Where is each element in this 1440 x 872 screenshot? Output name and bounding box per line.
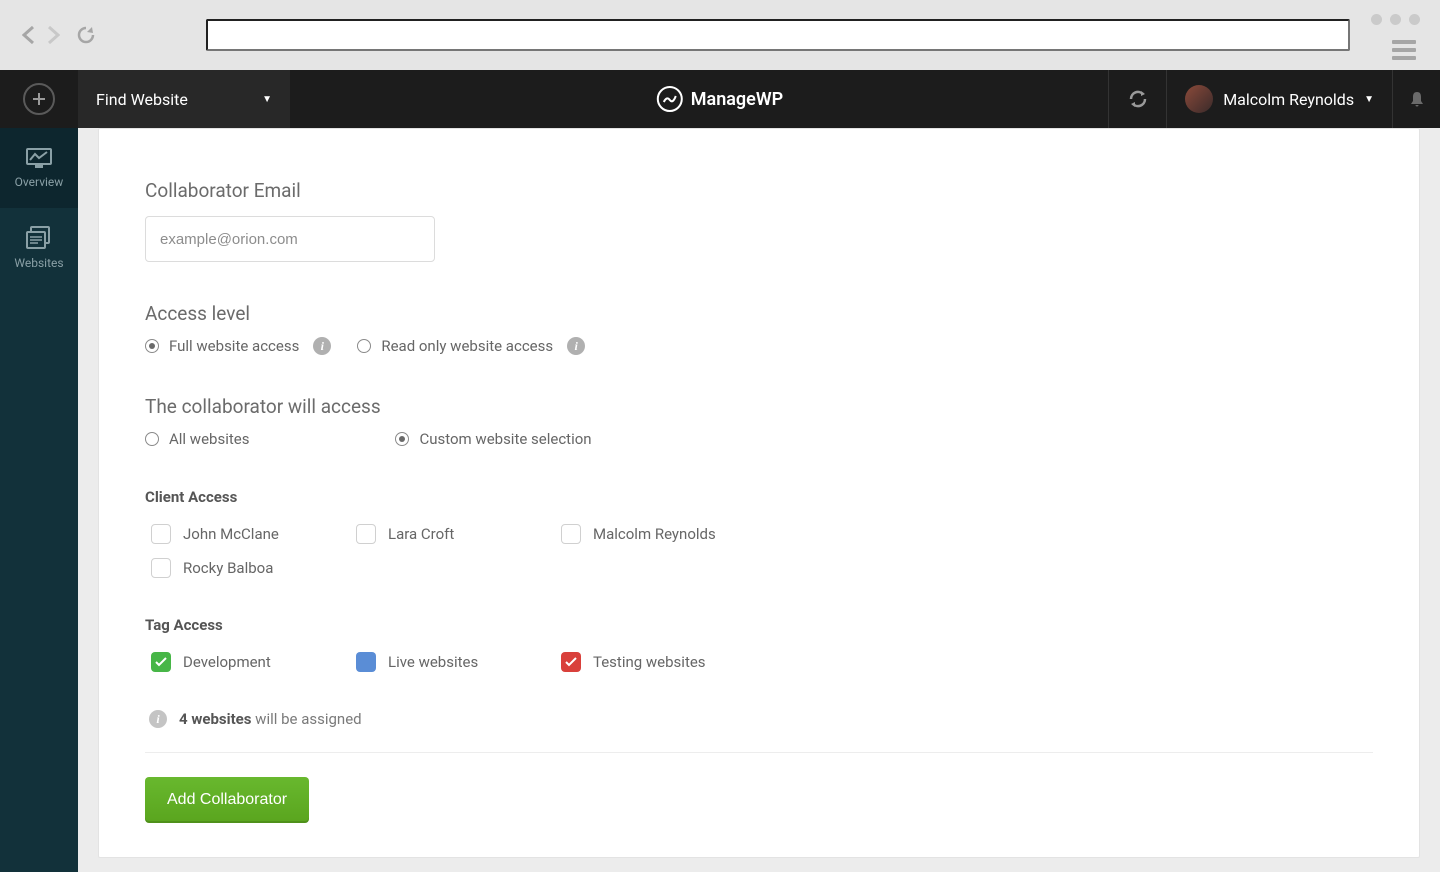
radio-icon: [357, 339, 371, 353]
client-access-heading: Client Access: [145, 488, 1373, 506]
checkbox-label: Live websites: [388, 653, 478, 671]
access-level-label: Access level: [145, 302, 1373, 325]
app-body: Overview Websites Collaborator Email Acc…: [0, 128, 1440, 872]
back-button[interactable]: [20, 26, 38, 44]
radio-label: Custom website selection: [419, 430, 591, 448]
checkbox-label: Development: [183, 653, 271, 671]
logo-icon: [657, 86, 683, 112]
window-dot[interactable]: [1409, 14, 1420, 25]
brand-name: ManageWP: [691, 89, 783, 110]
access-level-options: Full website access i Read only website …: [145, 337, 1373, 355]
checkbox-label: Malcolm Reynolds: [593, 525, 716, 543]
radio-icon: [145, 432, 159, 446]
websites-icon: [26, 226, 52, 250]
window-dot[interactable]: [1371, 14, 1382, 25]
content: Collaborator Email Access level Full web…: [78, 128, 1440, 872]
assigned-summary: i 4 websites will be assigned: [145, 710, 1373, 728]
client-checkbox[interactable]: John McClane: [151, 524, 356, 544]
window-dot[interactable]: [1390, 14, 1401, 25]
checkbox-icon: [356, 524, 376, 544]
checkbox-label: Testing websites: [593, 653, 706, 671]
tag-checkbox-testing[interactable]: Testing websites: [561, 652, 766, 672]
radio-read-only-access[interactable]: Read only website access i: [357, 337, 585, 355]
sidebar-label: Overview: [15, 175, 64, 189]
scope-label: The collaborator will access: [145, 395, 1373, 418]
notifications-button[interactable]: [1392, 70, 1440, 128]
sidebar-label: Websites: [14, 256, 63, 270]
sidebar: Overview Websites: [0, 128, 78, 872]
nav-buttons: [20, 25, 96, 45]
radio-icon: [145, 339, 159, 353]
radio-label: Read only website access: [381, 337, 553, 355]
find-website-dropdown[interactable]: Find Website ▼: [78, 70, 290, 128]
client-access-list: John McClane Lara Croft Malcolm Reynolds…: [151, 524, 1373, 578]
assigned-text: 4 websites will be assigned: [179, 710, 362, 728]
tag-checkbox-live[interactable]: Live websites: [356, 652, 561, 672]
add-website-button[interactable]: [0, 70, 78, 128]
checkbox-icon: [561, 652, 581, 672]
radio-full-access[interactable]: Full website access i: [145, 337, 331, 355]
radio-label: Full website access: [169, 337, 299, 355]
radio-all-websites[interactable]: All websites: [145, 430, 249, 448]
checkbox-icon: [151, 524, 171, 544]
divider: [145, 752, 1373, 753]
find-website-label: Find Website: [96, 90, 188, 109]
avatar: [1185, 85, 1213, 113]
checkbox-label: John McClane: [183, 525, 279, 543]
radio-custom-selection[interactable]: Custom website selection: [395, 430, 591, 448]
checkbox-icon: [151, 558, 171, 578]
address-bar[interactable]: [206, 19, 1350, 51]
info-icon: i: [149, 710, 167, 728]
user-name: Malcolm Reynolds: [1223, 90, 1354, 109]
tag-access-heading: Tag Access: [145, 616, 1373, 634]
tag-access-list: Development Live websites Testing websit…: [151, 652, 1373, 672]
client-checkbox[interactable]: Lara Croft: [356, 524, 561, 544]
brand-logo: ManageWP: [657, 70, 783, 128]
client-checkbox[interactable]: Malcolm Reynolds: [561, 524, 766, 544]
info-icon[interactable]: i: [313, 337, 331, 355]
collaborator-form-panel: Collaborator Email Access level Full web…: [98, 128, 1420, 858]
sync-button[interactable]: [1108, 70, 1166, 128]
sidebar-item-overview[interactable]: Overview: [0, 128, 78, 208]
bell-icon: [1408, 90, 1426, 108]
caret-down-icon: ▼: [262, 94, 272, 105]
checkbox-icon: [561, 524, 581, 544]
info-icon[interactable]: i: [567, 337, 585, 355]
reload-button[interactable]: [76, 25, 96, 45]
radio-label: All websites: [169, 430, 249, 448]
browser-menu-button[interactable]: [1392, 36, 1416, 64]
checkbox-label: Rocky Balboa: [183, 559, 273, 577]
caret-down-icon: ▼: [1364, 94, 1374, 105]
overview-icon: [25, 147, 53, 169]
window-controls: [1371, 14, 1420, 25]
browser-chrome: [0, 0, 1440, 70]
scope-options: All websites Custom website selection: [145, 430, 1373, 448]
email-label: Collaborator Email: [145, 179, 1373, 202]
checkbox-icon: [151, 652, 171, 672]
tag-checkbox-development[interactable]: Development: [151, 652, 356, 672]
checkbox-label: Lara Croft: [388, 525, 454, 543]
plus-icon: [23, 83, 55, 115]
sidebar-item-websites[interactable]: Websites: [0, 208, 78, 288]
sync-icon: [1127, 88, 1149, 110]
user-menu[interactable]: Malcolm Reynolds ▼: [1166, 70, 1392, 128]
app-header: Find Website ▼ ManageWP Malcolm Reynolds…: [0, 70, 1440, 128]
forward-button[interactable]: [44, 26, 62, 44]
collaborator-email-input[interactable]: [145, 216, 435, 262]
header-right: Malcolm Reynolds ▼: [1108, 70, 1440, 128]
add-collaborator-button[interactable]: Add Collaborator: [145, 777, 309, 823]
checkbox-icon: [356, 652, 376, 672]
client-checkbox[interactable]: Rocky Balboa: [151, 558, 356, 578]
radio-icon: [395, 432, 409, 446]
